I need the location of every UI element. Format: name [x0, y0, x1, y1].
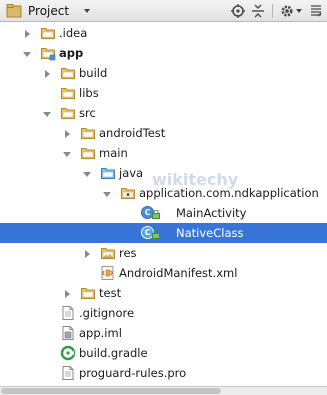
expand-arrow-icon[interactable] [82, 248, 92, 258]
tree-item-androidtest[interactable]: androidTest [0, 123, 327, 143]
tree-item-test[interactable]: test [0, 283, 327, 303]
collapse-arrow-icon[interactable] [82, 168, 92, 178]
tree-item-app[interactable]: app [0, 43, 327, 63]
tree-item-label: build.gradle [79, 346, 148, 360]
gradle-file-icon [60, 345, 76, 361]
tree-item-label: res [119, 246, 137, 260]
scroll-from-source-icon[interactable] [230, 3, 246, 19]
xml-file-icon [100, 265, 116, 281]
collapse-arrow-icon[interactable] [22, 48, 32, 58]
tree-item-gitignore[interactable]: .gitignore [0, 303, 327, 323]
tree-item-label: src [79, 106, 96, 120]
collapse-arrow-icon[interactable] [62, 148, 72, 158]
tree-item-label: app.iml [79, 326, 122, 340]
tree-item-label: application.com.ndkapplication [139, 186, 319, 200]
scrollbar-thumb[interactable] [1, 388, 221, 394]
tree-item-mainactivity[interactable]: C MainActivity [0, 203, 327, 223]
module-file-icon [60, 325, 76, 341]
tree-item-label: androidTest [99, 126, 166, 140]
folder-icon [60, 105, 76, 121]
expand-arrow-icon[interactable] [62, 288, 72, 298]
tree-item-label: AndroidManifest.xml [119, 266, 238, 280]
collapse-arrow-icon[interactable] [102, 188, 112, 198]
tree-item-label: NativeClass [176, 226, 244, 240]
settings-dropdown-icon[interactable] [294, 3, 304, 19]
project-tree[interactable]: .idea app build libs src androidTest mai… [0, 22, 327, 393]
folder-icon [60, 65, 76, 81]
tree-item-src[interactable]: src [0, 103, 327, 123]
tree-item-label: java [119, 166, 144, 180]
tree-item-label: libs [79, 86, 99, 100]
tree-item-label: main [99, 146, 128, 160]
view-selector-dropdown-icon[interactable] [83, 5, 91, 19]
module-folder-icon [40, 45, 56, 61]
tree-item-libs[interactable]: libs [0, 83, 327, 103]
hide-panel-icon[interactable] [308, 3, 324, 19]
tree-item-label: test [99, 286, 122, 300]
tree-item-label: proguard-rules.pro [79, 366, 187, 380]
project-tool-window-header: Project [0, 0, 327, 22]
folder-icon [60, 85, 76, 101]
folder-icon [80, 125, 96, 141]
horizontal-scrollbar[interactable] [0, 386, 327, 395]
folder-icon [40, 25, 56, 41]
java-class-icon: C [141, 205, 165, 221]
tree-item-label: .gitignore [79, 306, 135, 320]
tree-item-label: MainActivity [176, 206, 247, 220]
tree-item-nativeclass[interactable]: C NativeClass [0, 223, 327, 243]
folder-icon [80, 285, 96, 301]
tree-item-main[interactable]: main [0, 143, 327, 163]
header-separator [272, 4, 273, 18]
tree-item-label: app [59, 46, 84, 60]
tree-item-build[interactable]: build [0, 63, 327, 83]
view-selector-label[interactable]: Project [28, 4, 69, 18]
collapse-all-icon[interactable] [250, 3, 266, 19]
tree-item-res[interactable]: res [0, 243, 327, 263]
text-file-icon [60, 305, 76, 321]
project-view-icon [6, 4, 22, 21]
tree-item-label: build [79, 66, 108, 80]
tree-item-buildgradle[interactable]: build.gradle [0, 343, 327, 363]
tree-item-proguard[interactable]: proguard-rules.pro [0, 363, 327, 383]
resource-folder-icon [100, 245, 116, 261]
source-folder-icon [100, 165, 116, 181]
text-file-icon [60, 365, 76, 381]
collapse-arrow-icon[interactable] [42, 108, 52, 118]
folder-icon [80, 145, 96, 161]
tree-item-label: .idea [59, 26, 88, 40]
expand-arrow-icon[interactable] [62, 128, 72, 138]
expand-arrow-icon[interactable] [42, 68, 52, 78]
tree-item-java[interactable]: java [0, 163, 327, 183]
expand-arrow-icon[interactable] [22, 28, 32, 38]
java-class-icon: C [141, 225, 165, 241]
tree-item-androidmanifest[interactable]: AndroidManifest.xml [0, 263, 327, 283]
tree-item-package[interactable]: application.com.ndkapplication [0, 183, 327, 203]
tree-item-appiml[interactable]: app.iml [0, 323, 327, 343]
package-folder-icon [120, 185, 136, 201]
settings-gear-icon[interactable] [279, 3, 295, 19]
tree-item-idea[interactable]: .idea [0, 23, 327, 43]
